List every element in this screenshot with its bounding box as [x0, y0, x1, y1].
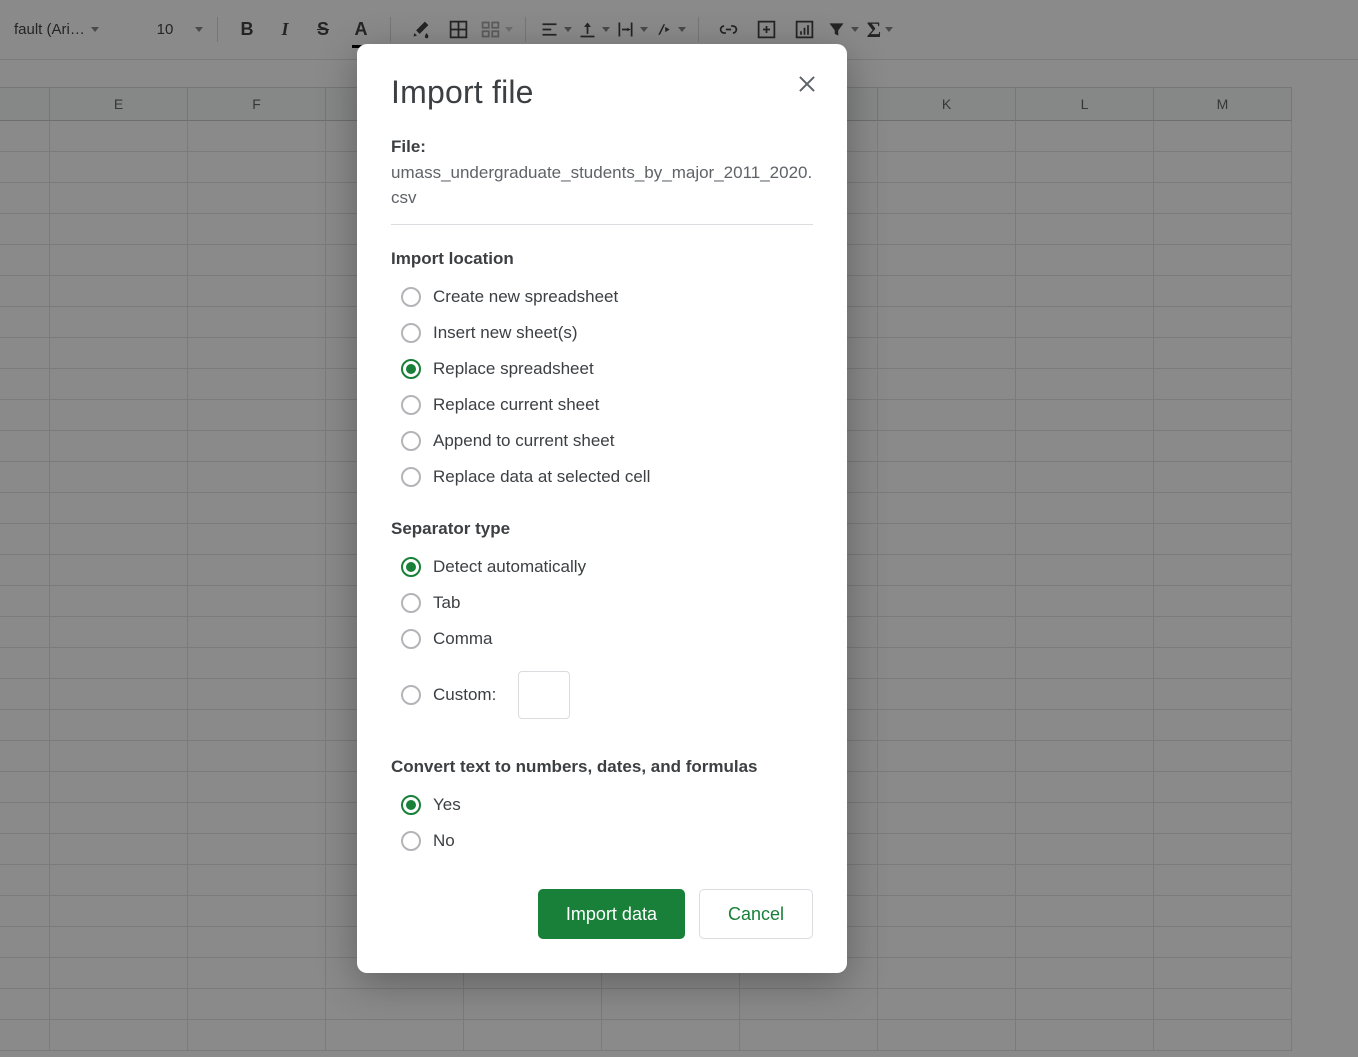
import-location-option[interactable]: Create new spreadsheet	[391, 279, 813, 315]
radio-icon	[401, 323, 421, 343]
file-name: umass_undergraduate_students_by_major_20…	[391, 161, 813, 225]
import-location-option-label: Replace current sheet	[433, 395, 599, 415]
separator-option-label: Detect automatically	[433, 557, 586, 577]
custom-separator-input[interactable]	[518, 671, 570, 719]
close-icon[interactable]	[795, 72, 819, 96]
dialog-actions: Import data Cancel	[391, 889, 813, 939]
convert-text-label: Convert text to numbers, dates, and form…	[391, 757, 813, 777]
radio-icon	[401, 287, 421, 307]
import-location-option[interactable]: Replace current sheet	[391, 387, 813, 423]
file-label: File:	[391, 137, 813, 157]
separator-option[interactable]: Custom:	[391, 657, 813, 733]
convert-option-label: No	[433, 831, 455, 851]
radio-icon	[401, 831, 421, 851]
import-location-option[interactable]: Append to current sheet	[391, 423, 813, 459]
radio-icon	[401, 795, 421, 815]
import-location-group: Create new spreadsheet Insert new sheet(s…	[391, 279, 813, 495]
separator-type-group: Detect automatically Tab Comma Custom:	[391, 549, 813, 733]
import-location-label: Import location	[391, 249, 813, 269]
separator-option-label: Tab	[433, 593, 460, 613]
separator-option-label: Comma	[433, 629, 493, 649]
convert-option-label: Yes	[433, 795, 461, 815]
cancel-button[interactable]: Cancel	[699, 889, 813, 939]
radio-icon	[401, 685, 421, 705]
separator-option[interactable]: Tab	[391, 585, 813, 621]
import-location-option[interactable]: Replace data at selected cell	[391, 459, 813, 495]
import-location-option[interactable]: Replace spreadsheet	[391, 351, 813, 387]
separator-option-label: Custom:	[433, 685, 496, 705]
radio-icon	[401, 629, 421, 649]
convert-option[interactable]: Yes	[391, 787, 813, 823]
import-file-dialog: Import file File: umass_undergraduate_st…	[357, 44, 847, 973]
radio-icon	[401, 467, 421, 487]
separator-option[interactable]: Comma	[391, 621, 813, 657]
dialog-title: Import file	[391, 74, 813, 111]
separator-option[interactable]: Detect automatically	[391, 549, 813, 585]
radio-icon	[401, 431, 421, 451]
radio-icon	[401, 593, 421, 613]
import-location-option-label: Replace data at selected cell	[433, 467, 650, 487]
radio-icon	[401, 395, 421, 415]
radio-icon	[401, 359, 421, 379]
import-location-option[interactable]: Insert new sheet(s)	[391, 315, 813, 351]
import-location-option-label: Append to current sheet	[433, 431, 614, 451]
import-data-button[interactable]: Import data	[538, 889, 685, 939]
convert-text-group: Yes No	[391, 787, 813, 859]
import-location-option-label: Create new spreadsheet	[433, 287, 618, 307]
import-location-option-label: Replace spreadsheet	[433, 359, 594, 379]
radio-icon	[401, 557, 421, 577]
convert-option[interactable]: No	[391, 823, 813, 859]
separator-type-label: Separator type	[391, 519, 813, 539]
import-location-option-label: Insert new sheet(s)	[433, 323, 578, 343]
